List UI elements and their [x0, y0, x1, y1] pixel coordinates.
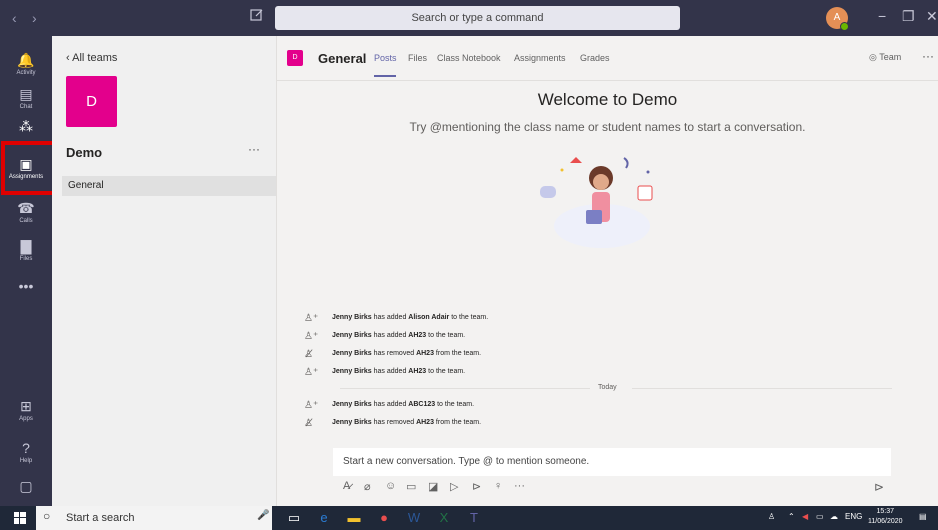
teams-taskbar-icon[interactable]: T	[464, 508, 484, 528]
team-name: Demo	[66, 145, 103, 160]
network-icon[interactable]: ▭	[816, 512, 824, 521]
minimize-button[interactable]: −	[878, 8, 886, 24]
appbar-label: Chat	[19, 104, 33, 110]
channel-item-general[interactable]: General	[62, 176, 276, 196]
header-more-button[interactable]: ···	[922, 49, 934, 63]
notifications-icon[interactable]: ▤	[919, 512, 927, 521]
add-person-icon: ♙⁺	[304, 313, 319, 324]
windows-start-icon[interactable]	[14, 512, 26, 527]
tab-grades[interactable]: Grades	[580, 53, 610, 63]
appbar-more[interactable]: •••	[0, 272, 52, 312]
appbar-help[interactable]: ? Help	[0, 434, 52, 474]
search-input[interactable]: Search or type a command	[275, 6, 680, 30]
volume-icon[interactable]: ◀	[802, 512, 808, 521]
remove-person-icon: ♙̸	[304, 418, 313, 429]
tab-files[interactable]: Files	[408, 53, 427, 63]
team-avatar: D	[66, 76, 117, 127]
eye-icon: ◎	[869, 52, 880, 62]
back-label: All teams	[72, 52, 118, 64]
tab-class-notebook[interactable]: Class Notebook	[437, 53, 501, 63]
appbar-label: Activity	[16, 70, 36, 76]
help-icon: ?	[22, 440, 30, 456]
welcome-title: Welcome to Demo	[537, 90, 678, 109]
send-icon[interactable]: ⊳	[874, 480, 884, 494]
files-icon: ▇	[20, 238, 32, 254]
welcome-illustration	[520, 148, 680, 253]
taskbar-search-placeholder: Start a search	[66, 512, 135, 524]
team-button[interactable]: ◎ Team	[869, 52, 901, 63]
welcome-subtitle: Try @mentioning the class name or studen…	[409, 120, 806, 134]
channel-title: General	[318, 51, 367, 66]
format-icon[interactable]: A̷	[343, 480, 350, 492]
more-icon: •••	[18, 278, 34, 294]
meet-now-icon[interactable]: ▷	[450, 480, 458, 493]
apps-icon: ⊞	[20, 398, 32, 414]
appbar-label: Help	[19, 458, 33, 464]
tab-assignments[interactable]: Assignments	[514, 53, 566, 63]
chrome-icon[interactable]: ●	[374, 508, 394, 528]
date-divider-right	[632, 388, 892, 389]
all-teams-link[interactable]: ‹ All teams	[66, 52, 117, 64]
forward-nav-icon[interactable]: ›	[32, 10, 37, 26]
emoji-icon[interactable]: ☺	[385, 480, 396, 492]
file-explorer-icon[interactable]: ▬	[344, 508, 364, 528]
onedrive-icon[interactable]: ☁	[830, 512, 838, 521]
active-tab-indicator	[374, 75, 396, 77]
add-person-icon: ♙⁺	[304, 400, 319, 411]
maximize-button[interactable]: ❐	[902, 8, 915, 25]
taskbar-clock[interactable]: 15:37 11/06/2020	[868, 507, 903, 527]
add-person-icon: ♙⁺	[304, 331, 319, 342]
tab-posts[interactable]: Posts	[374, 53, 397, 63]
bell-icon: 🔔	[17, 52, 35, 68]
clock-date: 11/06/2020	[868, 518, 903, 525]
presence-status-icon	[840, 22, 849, 31]
praise-icon[interactable]: ♀	[494, 480, 502, 492]
appbar-apps[interactable]: ⊞ Apps	[0, 392, 52, 432]
clock-time: 15:37	[876, 508, 895, 515]
gif-icon[interactable]: ▭	[406, 480, 416, 493]
search-icon: ○	[43, 509, 51, 523]
close-button[interactable]: ✕	[926, 8, 938, 25]
compose-icon[interactable]	[250, 8, 266, 24]
phone-icon: ☎	[17, 200, 35, 216]
date-divider-label: Today	[598, 384, 617, 391]
sticker-icon[interactable]: ◪	[428, 480, 438, 493]
stream-icon[interactable]: ⊳	[472, 480, 481, 493]
chevron-up-icon[interactable]: ⌃	[788, 512, 795, 521]
excel-icon[interactable]: X	[434, 508, 454, 528]
add-person-icon: ♙⁺	[304, 367, 319, 378]
appbar-calls[interactable]: ☎ Calls	[0, 194, 52, 234]
appbar-label: Files	[19, 256, 33, 262]
back-nav-icon[interactable]: ‹	[12, 10, 17, 26]
teams-icon: ⁂	[19, 118, 33, 134]
team-button-label: Team	[879, 52, 902, 62]
language-indicator[interactable]: ENG	[845, 512, 862, 521]
date-divider-left	[340, 388, 590, 389]
people-icon[interactable]: ♙	[768, 512, 775, 521]
appbar-files[interactable]: ▇ Files	[0, 232, 52, 272]
task-view-icon[interactable]: ▭	[284, 508, 304, 528]
edge-icon[interactable]: e	[314, 508, 334, 528]
channel-team-avatar: D	[287, 50, 303, 66]
microphone-icon[interactable]: 🎤	[257, 510, 269, 521]
compose-more-button[interactable]: ···	[514, 480, 525, 492]
compose-box[interactable]: Start a new conversation. Type @ to ment…	[333, 448, 891, 476]
team-more-button[interactable]: ···	[248, 142, 260, 156]
remove-person-icon: ♙̸	[304, 349, 313, 360]
appbar-label: Apps	[19, 416, 33, 422]
chat-icon: ▤	[19, 86, 33, 102]
appbar-label: Calls	[19, 218, 33, 224]
attach-icon[interactable]: ⌀	[364, 480, 371, 493]
device-icon: ▢	[19, 478, 33, 494]
word-icon[interactable]: W	[404, 508, 424, 528]
